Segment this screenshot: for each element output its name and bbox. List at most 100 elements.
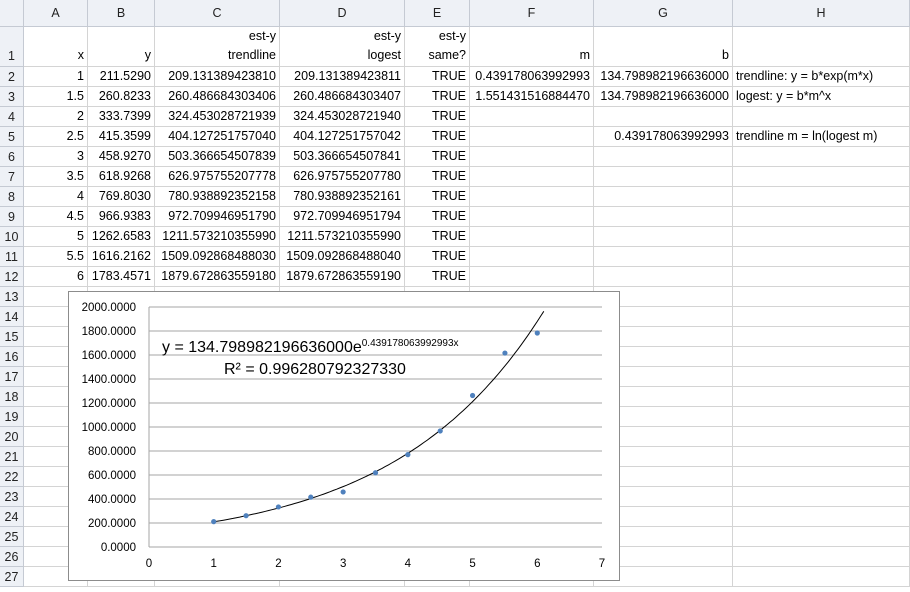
cell-h18[interactable] bbox=[733, 387, 910, 407]
cell-g11[interactable] bbox=[594, 247, 733, 267]
row-header-2[interactable]: 2 bbox=[0, 67, 24, 87]
cell-d12[interactable]: 1879.672863559190 bbox=[280, 267, 405, 287]
cell-d4[interactable]: 324.453028721940 bbox=[280, 107, 405, 127]
cell-a11[interactable]: 5.5 bbox=[24, 247, 88, 267]
row-header-10[interactable]: 10 bbox=[0, 227, 24, 247]
row-header-24[interactable]: 24 bbox=[0, 507, 24, 527]
cell-e11[interactable]: TRUE bbox=[405, 247, 470, 267]
column-header-d[interactable]: D bbox=[280, 0, 405, 27]
row-header-5[interactable]: 5 bbox=[0, 127, 24, 147]
cell-h27[interactable] bbox=[733, 567, 910, 587]
row-header-15[interactable]: 15 bbox=[0, 327, 24, 347]
cell-h25[interactable] bbox=[733, 527, 910, 547]
cell-b3[interactable]: 260.8233 bbox=[88, 87, 155, 107]
cell-c10[interactable]: 1211.573210355990 bbox=[155, 227, 280, 247]
cell-e5[interactable]: TRUE bbox=[405, 127, 470, 147]
cell-h19[interactable] bbox=[733, 407, 910, 427]
row-header-19[interactable]: 19 bbox=[0, 407, 24, 427]
select-all-corner[interactable] bbox=[0, 0, 24, 27]
cell-d8[interactable]: 780.938892352161 bbox=[280, 187, 405, 207]
cell-c1[interactable]: est-y trendline bbox=[155, 27, 280, 67]
row-header-20[interactable]: 20 bbox=[0, 427, 24, 447]
cell-a4[interactable]: 2 bbox=[24, 107, 88, 127]
column-header-f[interactable]: F bbox=[470, 0, 594, 27]
cell-d5[interactable]: 404.127251757042 bbox=[280, 127, 405, 147]
cell-c8[interactable]: 780.938892352158 bbox=[155, 187, 280, 207]
column-header-a[interactable]: A bbox=[24, 0, 88, 27]
row-header-8[interactable]: 8 bbox=[0, 187, 24, 207]
cell-a10[interactable]: 5 bbox=[24, 227, 88, 247]
cell-e9[interactable]: TRUE bbox=[405, 207, 470, 227]
cell-f6[interactable] bbox=[470, 147, 594, 167]
cell-c7[interactable]: 626.975755207778 bbox=[155, 167, 280, 187]
cell-a8[interactable]: 4 bbox=[24, 187, 88, 207]
cell-h21[interactable] bbox=[733, 447, 910, 467]
cell-g8[interactable] bbox=[594, 187, 733, 207]
row-header-6[interactable]: 6 bbox=[0, 147, 24, 167]
cell-h24[interactable] bbox=[733, 507, 910, 527]
row-header-22[interactable]: 22 bbox=[0, 467, 24, 487]
row-header-16[interactable]: 16 bbox=[0, 347, 24, 367]
cell-h10[interactable] bbox=[733, 227, 910, 247]
cell-a7[interactable]: 3.5 bbox=[24, 167, 88, 187]
cell-e7[interactable]: TRUE bbox=[405, 167, 470, 187]
row-header-21[interactable]: 21 bbox=[0, 447, 24, 467]
column-header-g[interactable]: G bbox=[594, 0, 733, 27]
cell-e6[interactable]: TRUE bbox=[405, 147, 470, 167]
cell-a2[interactable]: 1 bbox=[24, 67, 88, 87]
cell-h4[interactable] bbox=[733, 107, 910, 127]
cell-h13[interactable] bbox=[733, 287, 910, 307]
cell-h16[interactable] bbox=[733, 347, 910, 367]
cell-g6[interactable] bbox=[594, 147, 733, 167]
cell-d3[interactable]: 260.486684303407 bbox=[280, 87, 405, 107]
cell-h7[interactable] bbox=[733, 167, 910, 187]
cell-d2[interactable]: 209.131389423811 bbox=[280, 67, 405, 87]
cell-b1[interactable]: y bbox=[88, 27, 155, 67]
cell-h1[interactable] bbox=[733, 27, 910, 67]
row-header-3[interactable]: 3 bbox=[0, 87, 24, 107]
row-header-9[interactable]: 9 bbox=[0, 207, 24, 227]
cell-f4[interactable] bbox=[470, 107, 594, 127]
cell-b2[interactable]: 211.5290 bbox=[88, 67, 155, 87]
cell-c5[interactable]: 404.127251757040 bbox=[155, 127, 280, 147]
cell-h8[interactable] bbox=[733, 187, 910, 207]
cell-a12[interactable]: 6 bbox=[24, 267, 88, 287]
row-header-23[interactable]: 23 bbox=[0, 487, 24, 507]
cell-e12[interactable]: TRUE bbox=[405, 267, 470, 287]
column-header-e[interactable]: E bbox=[405, 0, 470, 27]
cell-b4[interactable]: 333.7399 bbox=[88, 107, 155, 127]
cell-h9[interactable] bbox=[733, 207, 910, 227]
row-header-14[interactable]: 14 bbox=[0, 307, 24, 327]
cell-e4[interactable]: TRUE bbox=[405, 107, 470, 127]
cell-a6[interactable]: 3 bbox=[24, 147, 88, 167]
column-header-c[interactable]: C bbox=[155, 0, 280, 27]
cell-d1[interactable]: est-y logest bbox=[280, 27, 405, 67]
cell-b5[interactable]: 415.3599 bbox=[88, 127, 155, 147]
cell-g4[interactable] bbox=[594, 107, 733, 127]
cell-b12[interactable]: 1783.4571 bbox=[88, 267, 155, 287]
cell-h23[interactable] bbox=[733, 487, 910, 507]
cell-h22[interactable] bbox=[733, 467, 910, 487]
cell-f10[interactable] bbox=[470, 227, 594, 247]
cell-f1[interactable]: m bbox=[470, 27, 594, 67]
row-header-7[interactable]: 7 bbox=[0, 167, 24, 187]
cell-h14[interactable] bbox=[733, 307, 910, 327]
cell-f7[interactable] bbox=[470, 167, 594, 187]
cell-a5[interactable]: 2.5 bbox=[24, 127, 88, 147]
cell-d10[interactable]: 1211.573210355990 bbox=[280, 227, 405, 247]
cell-a1[interactable]: x bbox=[24, 27, 88, 67]
cell-h5[interactable]: trendline m = ln(logest m) bbox=[733, 127, 910, 147]
cell-e2[interactable]: TRUE bbox=[405, 67, 470, 87]
cell-d6[interactable]: 503.366654507841 bbox=[280, 147, 405, 167]
cell-g10[interactable] bbox=[594, 227, 733, 247]
cell-f11[interactable] bbox=[470, 247, 594, 267]
cell-h15[interactable] bbox=[733, 327, 910, 347]
cell-b11[interactable]: 1616.2162 bbox=[88, 247, 155, 267]
row-header-1[interactable]: 1 bbox=[0, 27, 24, 67]
cell-b6[interactable]: 458.9270 bbox=[88, 147, 155, 167]
cell-f12[interactable] bbox=[470, 267, 594, 287]
cell-h26[interactable] bbox=[733, 547, 910, 567]
cell-h6[interactable] bbox=[733, 147, 910, 167]
cell-h12[interactable] bbox=[733, 267, 910, 287]
column-header-h[interactable]: H bbox=[733, 0, 910, 27]
